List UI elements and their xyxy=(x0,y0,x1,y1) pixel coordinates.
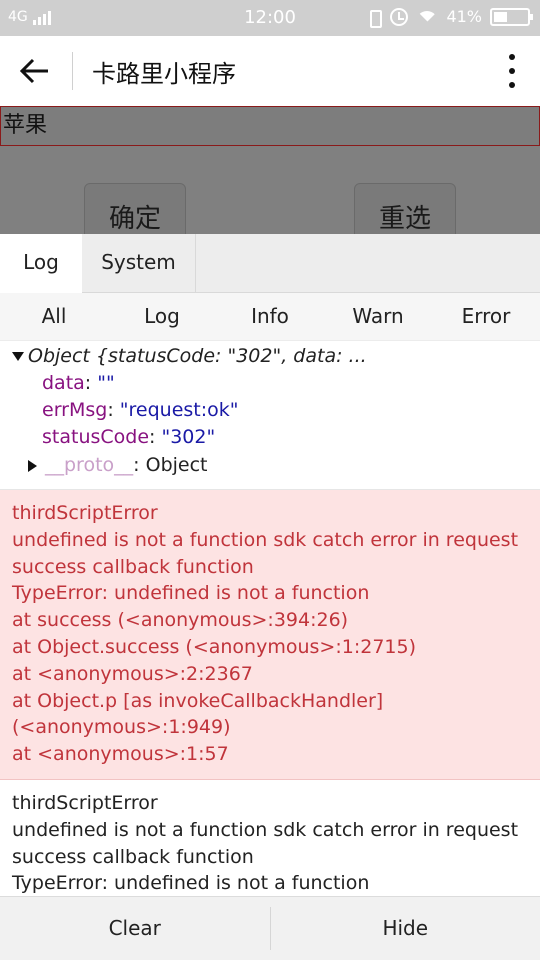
console-tabs: Log System xyxy=(0,234,540,293)
tab-log[interactable]: Log xyxy=(0,234,82,293)
filter-all[interactable]: All xyxy=(0,293,108,340)
filter-warn[interactable]: Warn xyxy=(324,293,432,340)
clear-button[interactable]: Clear xyxy=(0,897,270,960)
reset-button[interactable]: 重选 xyxy=(354,183,456,234)
object-proto[interactable]: __proto__: Object xyxy=(28,454,208,476)
prop-value: "" xyxy=(97,372,115,394)
prop-value: "302" xyxy=(161,426,216,448)
log-list: Object {statusCode: "302", data: ... dat… xyxy=(0,341,540,896)
console-footer: Clear Hide xyxy=(0,896,540,960)
console-panel: Log System All Log Info Warn Error Objec… xyxy=(0,234,540,960)
more-menu-button[interactable] xyxy=(506,54,518,88)
error-line: success callback function xyxy=(12,555,254,578)
error-line: at Object.success (<anonymous>:1:2715) xyxy=(12,635,416,658)
log-entry-error: thirdScriptError undefined is not a func… xyxy=(0,490,540,780)
object-summary[interactable]: Object {statusCode: "302", data: ... xyxy=(12,345,367,367)
confirm-button[interactable]: 确定 xyxy=(84,183,186,234)
error-line: at <anonymous>:2:2367 xyxy=(12,662,253,685)
log-line: TypeError: undefined is not a function xyxy=(12,872,370,895)
prop-value: "request:ok" xyxy=(119,399,239,421)
object-prop-errmsg: errMsg: "request:ok" xyxy=(42,399,239,421)
log-line: thirdScriptError xyxy=(12,792,158,814)
vibrate-icon xyxy=(366,8,383,28)
page-title: 卡路里小程序 xyxy=(92,60,236,88)
status-icons: 41% xyxy=(366,7,533,28)
battery-percent: 41% xyxy=(446,7,482,26)
log-line: success callback function xyxy=(12,845,254,868)
status-bar: 4G 12:00 41% xyxy=(0,0,540,36)
filter-log[interactable]: Log xyxy=(108,293,216,340)
more-dots-icon xyxy=(509,54,515,60)
prop-key: errMsg xyxy=(42,399,108,421)
page-content: 苹果 确定 重选 xyxy=(0,106,540,234)
log-filter-bar: All Log Info Warn Error xyxy=(0,293,540,341)
error-line: at <anonymous>:1:57 xyxy=(12,743,229,766)
error-line: at Object.p [as invokeCallbackHandler] xyxy=(12,689,384,712)
log-entry-object: Object {statusCode: "302", data: ... dat… xyxy=(0,341,540,490)
hide-button[interactable]: Hide xyxy=(271,897,540,960)
proto-key: __proto__ xyxy=(45,454,134,476)
object-summary-text: Object {statusCode: "302", data: ... xyxy=(28,345,367,367)
tab-system[interactable]: System xyxy=(82,234,196,293)
collapse-triangle-icon xyxy=(12,352,24,361)
battery-icon xyxy=(490,7,533,26)
error-line: at success (<anonymous>:394:26) xyxy=(12,609,349,632)
back-arrow-icon xyxy=(19,58,48,84)
object-prop-data: data: "" xyxy=(42,372,115,394)
nav-divider xyxy=(72,52,73,90)
nav-bar: 卡路里小程序 xyxy=(0,36,540,106)
expand-triangle-icon xyxy=(28,459,37,472)
prop-key: data xyxy=(42,372,85,394)
proto-value: Object xyxy=(145,454,208,476)
prop-key: statusCode xyxy=(42,426,150,448)
log-entry-plain: thirdScriptError undefined is not a func… xyxy=(0,780,540,896)
error-line: undefined is not a function sdk catch er… xyxy=(12,528,519,551)
object-prop-statuscode: statusCode: "302" xyxy=(42,426,216,448)
filter-error[interactable]: Error xyxy=(432,293,540,340)
food-search-input[interactable]: 苹果 xyxy=(0,106,540,146)
error-line: thirdScriptError xyxy=(12,502,158,524)
error-line: (<anonymous>:1:949) xyxy=(12,716,231,739)
back-button[interactable] xyxy=(18,54,54,88)
error-line: TypeError: undefined is not a function xyxy=(12,582,370,605)
wifi-icon xyxy=(416,9,438,25)
alarm-icon xyxy=(390,7,409,26)
filter-info[interactable]: Info xyxy=(216,293,324,340)
log-line: undefined is not a function sdk catch er… xyxy=(12,818,519,841)
